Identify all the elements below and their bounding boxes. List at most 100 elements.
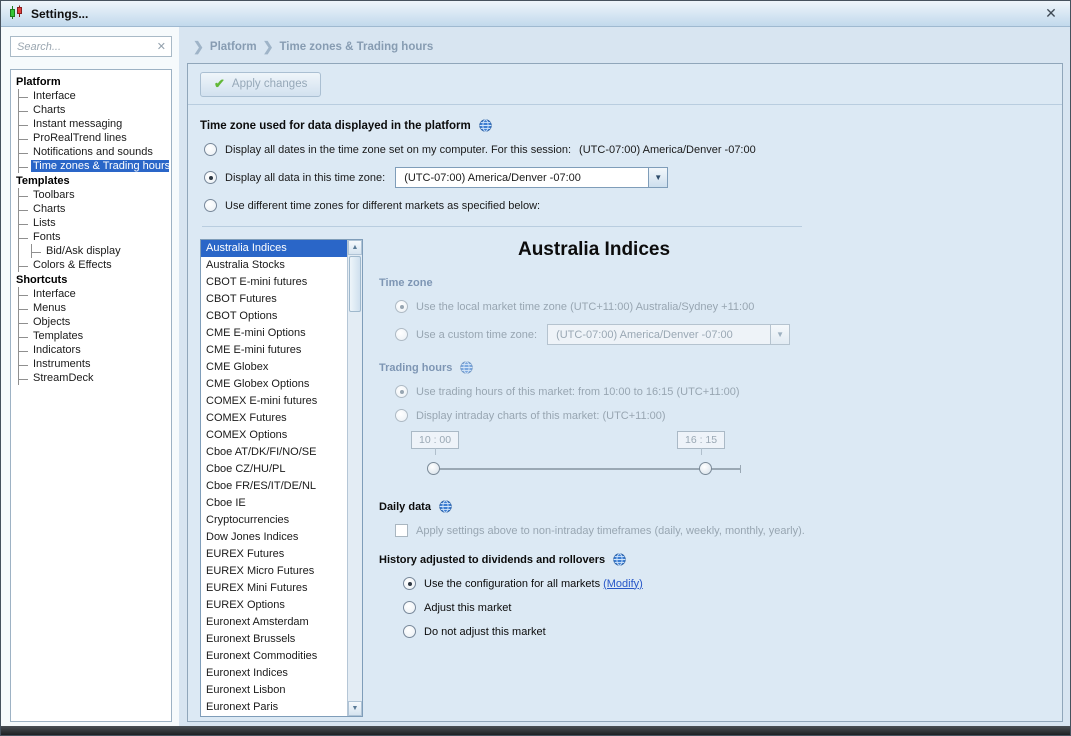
option-per-market-label: Use different time zones for different m… <box>225 199 541 212</box>
market-list-item[interactable]: CME Globex <box>201 359 347 376</box>
apply-changes-button[interactable]: ✔ Apply changes <box>200 71 322 97</box>
scroll-down-icon[interactable]: ▼ <box>348 701 362 716</box>
option-no-adjust-market[interactable]: Do not adjust this market <box>403 625 815 638</box>
timezone-combobox[interactable]: (UTC-07:00) America/Denver -07:00 ▼ <box>395 167 669 188</box>
option-daily-data[interactable]: Apply settings above to non-intraday tim… <box>395 524 815 537</box>
market-timezone-combobox-value: (UTC-07:00) America/Denver -07:00 <box>556 328 733 341</box>
market-list-item[interactable]: EUREX Micro Futures <box>201 563 347 580</box>
tree-group-label-shortcuts[interactable]: Shortcuts <box>13 273 169 287</box>
tree-item-indicators[interactable]: Indicators <box>19 343 169 357</box>
option-local-market-timezone[interactable]: Use the local market time zone (UTC+11:0… <box>395 300 815 313</box>
option-computer-timezone[interactable]: Display all dates in the time zone set o… <box>204 143 1050 156</box>
market-list-item[interactable]: Euronext Brussels <box>201 631 347 648</box>
radio-local-market-timezone[interactable] <box>395 300 408 313</box>
tree-item-label: Instruments <box>33 358 91 370</box>
option-adjust-market[interactable]: Adjust this market <box>403 601 815 614</box>
radio-custom-timezone[interactable] <box>204 171 217 184</box>
scrollbar-thumb[interactable] <box>349 256 361 312</box>
chevron-down-icon: ▼ <box>654 173 663 182</box>
radio-computer-timezone[interactable] <box>204 143 217 156</box>
market-list-item[interactable]: CBOT Options <box>201 308 347 325</box>
tree-item-instant-messaging[interactable]: Instant messaging <box>19 117 169 131</box>
market-list-item[interactable]: Euronext Amsterdam <box>201 614 347 631</box>
market-list-item[interactable]: Euronext Paris <box>201 699 347 716</box>
tree-item-colors-effects[interactable]: Colors & Effects <box>19 258 169 272</box>
market-list-item[interactable]: COMEX Options <box>201 427 347 444</box>
market-detail-title: Australia Indices <box>517 239 671 260</box>
market-list-item[interactable]: CME Globex Options <box>201 376 347 393</box>
tree-item-instruments[interactable]: Instruments <box>19 357 169 371</box>
radio-per-market-timezones[interactable] <box>204 199 217 212</box>
tree-item-templates-charts[interactable]: Charts <box>19 202 169 216</box>
market-list-item[interactable]: COMEX Futures <box>201 410 347 427</box>
option-market-custom-timezone[interactable]: Use a custom time zone: (UTC-07:00) Amer… <box>395 324 815 345</box>
option-custom-timezone[interactable]: Display all data in this time zone: (UTC… <box>204 167 1050 188</box>
tree-item-lists[interactable]: Lists <box>19 216 169 230</box>
market-list-item[interactable]: Cboe FR/ES/IT/DE/NL <box>201 478 347 495</box>
search-clear-icon[interactable]: ✕ <box>157 40 166 53</box>
radio-market-trading-hours[interactable] <box>395 385 408 398</box>
close-icon[interactable]: ✕ <box>1042 5 1060 22</box>
tree-item-bid-ask-display[interactable]: Bid/Ask display <box>32 244 169 258</box>
market-list-item[interactable]: EUREX Futures <box>201 546 347 563</box>
radio-adjust-market[interactable] <box>403 601 416 614</box>
market-list-item[interactable]: Cryptocurrencies <box>201 512 347 529</box>
market-list-item[interactable]: CBOT Futures <box>201 291 347 308</box>
history-options: Use the configuration for all markets (Mo… <box>373 577 815 638</box>
market-list-item[interactable]: Australia Stocks <box>201 257 347 274</box>
tree-item-objects[interactable]: Objects <box>19 315 169 329</box>
tree-item-shortcuts-interface[interactable]: Interface <box>19 287 169 301</box>
option-market-trading-hours[interactable]: Use trading hours of this market: from 1… <box>395 385 815 398</box>
tree-group-label-templates[interactable]: Templates <box>13 174 169 188</box>
tree-item-interface[interactable]: Interface <box>19 89 169 103</box>
market-list-item[interactable]: Australia Indices <box>201 240 347 257</box>
scroll-up-icon[interactable]: ▲ <box>348 240 362 255</box>
tree-item-label: Toolbars <box>33 189 75 201</box>
market-list-item[interactable]: Euronext Lisbon <box>201 682 347 699</box>
market-timezone-combobox[interactable]: (UTC-07:00) America/Denver -07:00 ▼ <box>547 324 791 345</box>
tree-item-menus[interactable]: Menus <box>19 301 169 315</box>
tree-item-notifications-sounds[interactable]: Notifications and sounds <box>19 145 169 159</box>
market-list-item[interactable]: Euronext Commodities <box>201 648 347 665</box>
modify-link[interactable]: (Modify) <box>603 578 643 590</box>
radio-market-custom-timezone[interactable] <box>395 328 408 341</box>
tree-item-charts[interactable]: Charts <box>19 103 169 117</box>
option-intraday-charts[interactable]: Display intraday charts of this market: … <box>395 409 815 422</box>
slider-handle-from[interactable] <box>427 462 440 475</box>
search-input[interactable] <box>10 36 172 57</box>
radio-intraday-charts[interactable] <box>395 409 408 422</box>
tree-group-label-platform[interactable]: Platform <box>13 75 169 89</box>
content-area: ❯ Platform ❯ Time zones & Trading hours … <box>179 27 1070 726</box>
market-list-item[interactable]: Cboe IE <box>201 495 347 512</box>
market-list-item[interactable]: CME E-mini futures <box>201 342 347 359</box>
history-all-text: Use the configuration for all markets <box>424 577 601 590</box>
breadcrumb-platform[interactable]: Platform <box>210 41 257 53</box>
market-list-scrollbar[interactable]: ▲ ▼ <box>347 240 362 716</box>
slider-handle-to[interactable] <box>699 462 712 475</box>
radio-history-all-markets[interactable] <box>403 577 416 590</box>
market-list-item[interactable]: EUREX Options <box>201 597 347 614</box>
market-list-item[interactable]: Euronext Indices <box>201 665 347 682</box>
daily-data-checkbox[interactable] <box>395 524 408 537</box>
market-list-item[interactable]: CME E-mini Options <box>201 325 347 342</box>
radio-no-adjust-market[interactable] <box>403 625 416 638</box>
market-list-item[interactable]: EUREX Mini Futures <box>201 580 347 597</box>
tree-item-label: Bid/Ask display <box>46 245 121 257</box>
tree-item-label: Charts <box>33 203 66 215</box>
tree-item-fonts[interactable]: Fonts <box>19 230 169 244</box>
market-list-item[interactable]: Dow Jones Indices <box>201 529 347 546</box>
market-list-item[interactable]: CBOT E-mini futures <box>201 274 347 291</box>
tree-item-toolbars[interactable]: Toolbars <box>19 188 169 202</box>
option-per-market-timezones[interactable]: Use different time zones for different m… <box>204 199 1050 212</box>
tree-item-prorealtrend-lines[interactable]: ProRealTrend lines <box>19 131 169 145</box>
combobox-dropdown-button[interactable]: ▼ <box>648 168 668 187</box>
tree-item-shortcuts-templates[interactable]: Templates <box>19 329 169 343</box>
combobox-dropdown-button[interactable]: ▼ <box>770 325 790 344</box>
market-list-item[interactable]: COMEX E-mini futures <box>201 393 347 410</box>
tree-item-streamdeck[interactable]: StreamDeck <box>19 371 169 385</box>
market-list-item[interactable]: Cboe AT/DK/FI/NO/SE <box>201 444 347 461</box>
market-list-item[interactable]: Cboe CZ/HU/PL <box>201 461 347 478</box>
option-no-adjust-market-label: Do not adjust this market <box>424 625 546 638</box>
option-history-all-markets[interactable]: Use the configuration for all markets (Mo… <box>403 577 815 590</box>
tree-item-timezones-trading-hours[interactable]: Time zones & Trading hours <box>19 159 170 173</box>
